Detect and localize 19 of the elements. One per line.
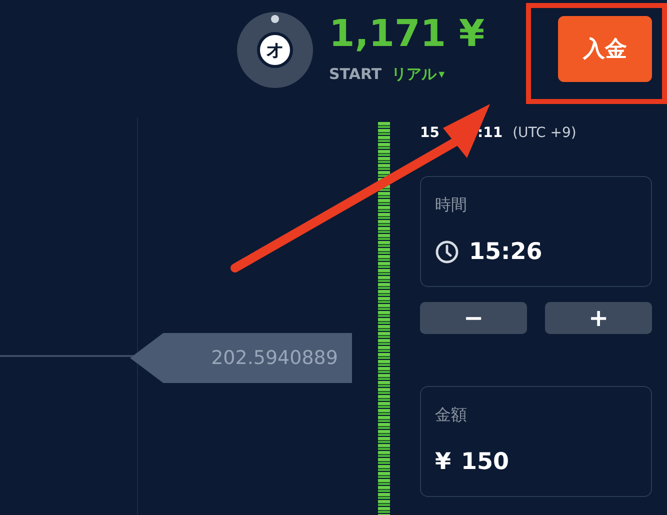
- amount-value: 150: [461, 448, 510, 477]
- time-field[interactable]: 時間 15:26: [420, 176, 652, 287]
- clock-text: :11: [477, 124, 503, 143]
- clock-text: 15: [420, 124, 440, 143]
- account-type[interactable]: リアル: [392, 62, 437, 86]
- caret-icon[interactable]: ▾: [438, 64, 445, 83]
- amount-field[interactable]: 金額 ¥ 150: [420, 386, 652, 497]
- currency-sign: ¥: [435, 448, 452, 477]
- field-label: 時間: [435, 194, 468, 216]
- account-level: START: [329, 64, 382, 85]
- price-tag: 202.5940889: [130, 333, 352, 383]
- balance: 1,171 ¥: [329, 14, 485, 55]
- field-label: 金額: [435, 404, 468, 426]
- decrease-button[interactable]: −: [420, 302, 527, 334]
- timezone: (UTC +9): [512, 124, 576, 143]
- time-value: 15:26: [469, 238, 542, 267]
- clock-icon: [435, 240, 459, 264]
- avatar[interactable]: オ: [237, 12, 313, 88]
- increase-button[interactable]: +: [545, 302, 652, 334]
